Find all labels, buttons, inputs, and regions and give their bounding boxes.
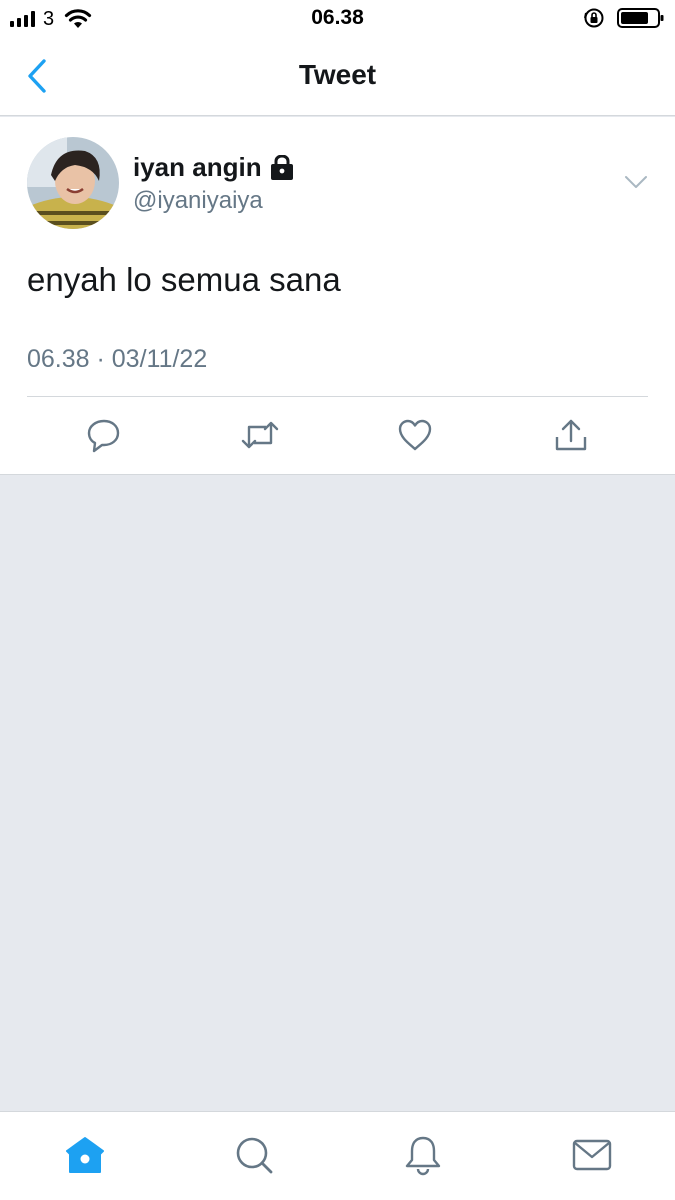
- orientation-lock-icon: [584, 8, 604, 28]
- share-icon: [555, 419, 587, 451]
- messages-icon: [572, 1139, 612, 1171]
- retweet-button[interactable]: [238, 413, 282, 457]
- tweet-options-button[interactable]: [623, 172, 649, 192]
- tweet-timestamp: 06.38 · 03/11/22: [27, 345, 208, 373]
- nav-bar: Tweet: [0, 38, 675, 116]
- tweet-text: enyah lo semua sana: [27, 261, 341, 298]
- tweet-detail: iyan angin @iyaniyaiya enyah lo semua sa…: [0, 117, 675, 475]
- reply-button[interactable]: [82, 413, 126, 457]
- chevron-down-icon: [625, 176, 647, 188]
- tab-home[interactable]: [62, 1132, 108, 1178]
- search-icon: [236, 1137, 273, 1174]
- share-button[interactable]: [549, 413, 593, 457]
- screen: 3 06.38 Tweet iyan angin @iyaniyaiya eny…: [0, 0, 675, 1200]
- status-right: [583, 7, 665, 29]
- tab-messages[interactable]: [569, 1132, 615, 1178]
- page-title: Tweet: [298, 59, 377, 90]
- user-handle[interactable]: @iyaniyaiya: [133, 187, 263, 215]
- author-name-row: iyan angin: [133, 152, 294, 183]
- avatar-image: [27, 137, 119, 229]
- divider: [27, 396, 648, 397]
- battery-icon: [617, 8, 664, 28]
- retweet-icon: [241, 421, 279, 449]
- tweet-actions: [0, 413, 675, 459]
- home-icon: [66, 1137, 104, 1173]
- avatar[interactable]: [27, 137, 119, 229]
- lock-icon: [270, 154, 293, 180]
- status-time: 06.38: [311, 6, 364, 29]
- like-icon: [398, 419, 432, 451]
- tab-notifications[interactable]: [400, 1132, 446, 1178]
- tab-search[interactable]: [231, 1132, 277, 1178]
- status-bar: 3 06.38: [0, 0, 675, 38]
- notifications-icon: [405, 1136, 441, 1176]
- tab-bar: [0, 1111, 675, 1200]
- display-name[interactable]: iyan angin: [133, 152, 262, 183]
- reply-icon: [87, 419, 120, 453]
- like-button[interactable]: [393, 413, 437, 457]
